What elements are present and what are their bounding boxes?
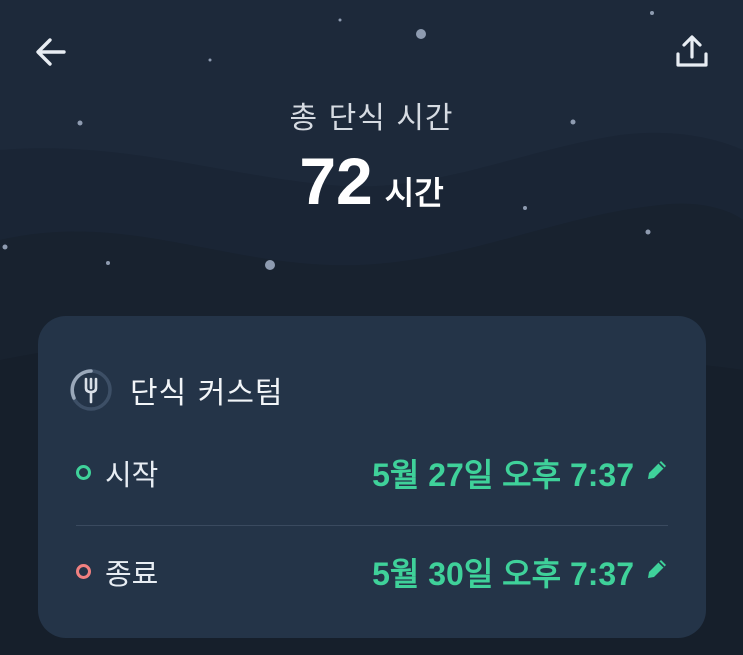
start-label: 시작 [105,458,159,492]
row-divider [76,525,668,526]
end-dot-icon [76,564,91,579]
end-time-value[interactable]: 5월 30일 오후 7:37 [372,549,634,595]
fork-progress-icon [70,369,112,411]
arrow-left-icon [36,38,66,66]
fasting-card: 단식 커스텀 시작 5월 27일 오후 7:37 종료 5월 30일 오후 7:… [38,316,706,638]
end-label: 종료 [105,557,159,591]
start-time-row[interactable]: 시작 5월 27일 오후 7:37 [76,446,670,498]
end-time-row[interactable]: 종료 5월 30일 오후 7:37 [76,545,670,597]
share-button[interactable] [668,28,716,76]
total-hours-unit: 시간 [384,174,444,212]
pencil-icon[interactable] [644,556,670,582]
share-upload-icon [676,35,708,67]
total-fasting-label: 총 단식 시간 [289,101,454,136]
top-bar [0,0,743,100]
total-hours-number: 72 [299,144,373,218]
card-title: 단식 커스텀 [130,376,284,411]
total-fasting-value: 72 시간 [0,148,743,214]
start-dot-icon [76,465,91,480]
pencil-icon[interactable] [644,457,670,483]
start-time-value[interactable]: 5월 27일 오후 7:37 [372,450,634,496]
card-header: 단식 커스텀 [68,366,284,414]
back-button[interactable] [27,28,75,76]
